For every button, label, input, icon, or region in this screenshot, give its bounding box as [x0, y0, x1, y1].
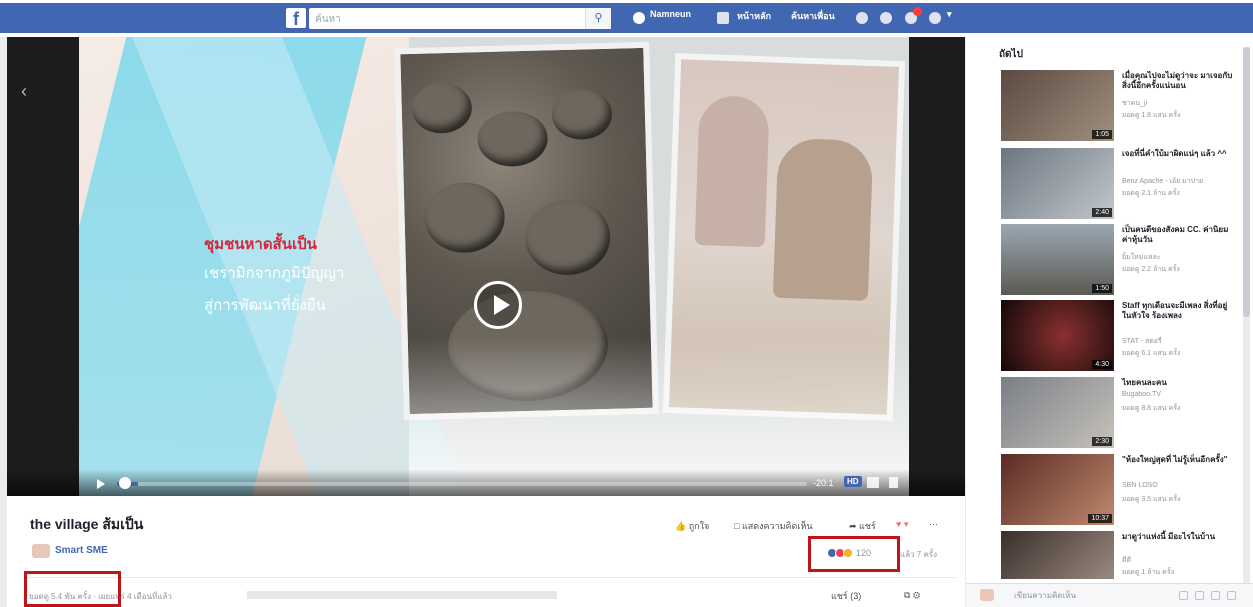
- up-next-header: ถัดไป: [999, 49, 1023, 60]
- video-thumbnail[interactable]: [1001, 531, 1114, 579]
- profile-avatar-icon[interactable]: [633, 12, 645, 24]
- sidebar-video-item[interactable]: 1:50 เป็นคนดีของสังคม CC. ค่านิยม ค่าหุ้…: [966, 224, 1246, 298]
- nav-find-friends[interactable]: ค้นหาเพื่อน: [791, 9, 835, 23]
- reaction-dropdown-icon[interactable]: ♥ ▾: [896, 519, 908, 530]
- video-channel[interactable]: Benz Apache - เอ้ย มาปาย: [1122, 176, 1236, 187]
- view-count: แล้ว 7 ครั้ง: [900, 550, 937, 559]
- video-thumbnail[interactable]: 10:37: [1001, 454, 1114, 525]
- video-title-link[interactable]: เป็นคนดีของสังคม CC. ค่านิยม ค่าหุ้นวัน: [1122, 225, 1236, 245]
- notification-badge: [913, 7, 922, 16]
- video-title-link[interactable]: Staff ทุกเดือนจะมีเพลง สิ่งที่อยู่ในหัวใ…: [1122, 301, 1236, 321]
- video-title-link[interactable]: เมื่อคุณไปจะไม่ดูว่าจะ มาเจอกับสิ่งนี้อี…: [1122, 71, 1236, 91]
- comment-label: แสดงความคิดเห็น: [741, 521, 813, 531]
- settings-icon[interactable]: [867, 477, 879, 488]
- up-next-sidebar: ถัดไป 1:05 เมื่อคุณไปจะไม่ดูว่าจะ มาเจอก…: [966, 37, 1253, 607]
- video-channel[interactable]: ยิ้มใหม่แหละ: [1122, 252, 1236, 263]
- video-thumbnail[interactable]: 1:05: [1001, 70, 1114, 141]
- hd-badge[interactable]: HD: [844, 476, 862, 487]
- highlight-box-reactions: [808, 536, 900, 572]
- video-thumbnail[interactable]: 2:40: [1001, 148, 1114, 219]
- like-label: ถูกใจ: [688, 521, 710, 531]
- share-label: แชร์: [859, 521, 876, 531]
- video-frame: ชุมชนหาดสั้นเป็น เชรามิกจากภูมิปัญญา สู่…: [79, 37, 909, 496]
- emoji-icon[interactable]: [1211, 591, 1220, 600]
- video-channel[interactable]: ดีดี: [1122, 555, 1236, 566]
- nav-home[interactable]: หน้าหลัก: [737, 9, 771, 23]
- video-channel[interactable]: SBN LOSO: [1122, 482, 1236, 489]
- page-avatar[interactable]: [32, 544, 50, 558]
- sidebar-video-item[interactable]: 2:30 ไทยคนละคน Bugaboo.TV ยอดดู 8.8 แสน …: [966, 377, 1246, 451]
- video-duration: 1:05: [1092, 130, 1112, 139]
- facebook-logo[interactable]: f: [286, 8, 306, 29]
- video-duration: 1:50: [1092, 284, 1112, 293]
- sticker-icon[interactable]: [1227, 591, 1236, 600]
- facebook-navbar: f ค้นหา ⚲ Namneun หน้าหลัก ค้นหาเพื่อน ▾: [0, 3, 1253, 33]
- overlay-text-line3: สู่การพัฒนาที่ยั่งยืน: [204, 296, 326, 314]
- time-remaining: -20:1: [813, 478, 834, 488]
- camera-icon[interactable]: [1179, 591, 1188, 600]
- commenter-avatar: [980, 589, 994, 601]
- video-duration: 2:30: [1092, 437, 1112, 446]
- friends-icon[interactable]: [717, 12, 729, 24]
- video-title-link[interactable]: "ห้องใหญ่สุดที่ ไม่รู้เห็นอีกครั้ง": [1122, 455, 1236, 465]
- video-duration: 10:37: [1088, 514, 1112, 523]
- comment-bar[interactable]: เขียนความคิดเห็น: [966, 583, 1253, 607]
- settings-dropdown-icon[interactable]: ▾: [947, 9, 952, 20]
- gif-icon[interactable]: [1195, 591, 1204, 600]
- share-count[interactable]: แชร์ (3): [831, 589, 861, 603]
- overlay-text-title: ชุมชนหาดสั้นเป็น: [204, 235, 317, 253]
- video-views: ยอดดู 6.1 แสน ครั้ง: [1122, 350, 1181, 357]
- video-thumbnail[interactable]: 1:50: [1001, 224, 1114, 295]
- video-views: ยอดดู 2.2 ล้าน ครั้ง: [1122, 266, 1180, 273]
- video-views: ยอดดู 1.8 แสน ครั้ง: [1122, 112, 1181, 119]
- volume-icon[interactable]: [889, 477, 898, 488]
- sidebar-video-item[interactable]: 2:40 เจอที่นี่คำใบ้มาผิดแน่ๆ แล้ว ^^ Ben…: [966, 148, 1246, 222]
- comment-input[interactable]: เขียนความคิดเห็น: [1014, 589, 1076, 602]
- highlight-box-views: [24, 571, 121, 607]
- video-title-link[interactable]: ไทยคนละคน: [1122, 378, 1236, 388]
- description-text: [247, 591, 557, 599]
- video-views: ยอดดู 3.5 แสน ครั้ง: [1122, 496, 1181, 503]
- search-input[interactable]: ค้นหา: [309, 8, 611, 29]
- video-title: the village ส้มเป็น: [30, 516, 144, 532]
- video-views: ยอดดู 2.1 ล้าน ครั้ง: [1122, 190, 1180, 197]
- like-button[interactable]: 👍 ถูกใจ: [675, 519, 709, 533]
- play-pause-button[interactable]: [97, 479, 105, 489]
- nav-profile-name[interactable]: Namneun: [650, 9, 691, 19]
- messages-icon[interactable]: [880, 12, 892, 24]
- overlay-text-line2: เชรามิกจากภูมิปัญญา: [204, 264, 345, 282]
- progress-knob[interactable]: [119, 477, 131, 489]
- page-name-link[interactable]: Smart SME: [55, 545, 108, 556]
- more-options-icon[interactable]: ···: [929, 519, 938, 529]
- sidebar-video-item[interactable]: 1:05 เมื่อคุณไปจะไม่ดูว่าจะ มาเจอกับสิ่ง…: [966, 70, 1246, 144]
- video-thumbnail[interactable]: 2:30: [1001, 377, 1114, 448]
- video-title-link[interactable]: เจอที่นี่คำใบ้มาผิดแน่ๆ แล้ว ^^: [1122, 149, 1236, 159]
- sidebar-video-item[interactable]: 10:37 "ห้องใหญ่สุดที่ ไม่รู้เห็นอีกครั้ง…: [966, 454, 1246, 528]
- back-arrow-icon[interactable]: ‹: [21, 81, 27, 102]
- comment-button[interactable]: □ แสดงความคิดเห็น: [734, 519, 813, 533]
- video-player[interactable]: ชุมชนหาดสั้นเป็น เชรามิกจากภูมิปัญญา สู่…: [7, 37, 965, 496]
- help-icon[interactable]: [929, 12, 941, 24]
- friend-requests-icon[interactable]: [856, 12, 868, 24]
- video-views: ยอดดู 8.8 แสน ครั้ง: [1122, 405, 1181, 412]
- progress-track[interactable]: [117, 482, 807, 486]
- video-channel[interactable]: ชาคน_ji: [1122, 98, 1236, 109]
- video-channel[interactable]: Bugaboo.TV: [1122, 391, 1236, 398]
- divider: [25, 577, 955, 578]
- video-duration: 2:40: [1092, 208, 1112, 217]
- play-icon[interactable]: [474, 281, 522, 329]
- video-views: ยอดดู 1 ล้าน ครั้ง: [1122, 569, 1174, 576]
- search-icon[interactable]: ⚲: [585, 8, 611, 29]
- share-button[interactable]: ➦ แชร์: [849, 519, 876, 533]
- page-edge: [0, 37, 7, 607]
- video-channel[interactable]: STAT - สตอรี่: [1122, 336, 1236, 347]
- sidebar-video-item[interactable]: 4:30 Staff ทุกเดือนจะมีเพลง สิ่งที่อยู่ใ…: [966, 300, 1246, 374]
- video-duration: 4:30: [1092, 360, 1112, 369]
- video-thumbnail[interactable]: 4:30: [1001, 300, 1114, 371]
- video-title-link[interactable]: มาดูว่าแห่งนี้ มีอะไรในบ้าน: [1122, 532, 1236, 542]
- embed-icon[interactable]: ⧉ ⚙: [904, 590, 920, 601]
